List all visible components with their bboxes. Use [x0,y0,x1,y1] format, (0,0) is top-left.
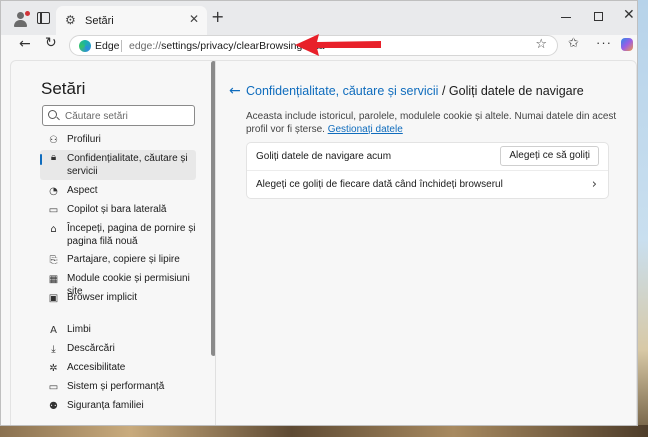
sidebar-item-start-page[interactable]: ⌂ Începeți, pagina de pornire și pagina … [40,222,196,250]
profile-icon: ⚇ [49,135,58,146]
settings-sidebar: Setări ⚇ Profiluri 🔒︎ Confidențialitate,… [11,61,211,425]
clear-now-row: Goliți datele de navigare acum Alegeți c… [247,143,608,171]
search-input[interactable] [65,109,190,123]
favorites-icon[interactable]: ✩ [568,37,579,50]
profile-icon[interactable] [13,11,30,27]
lock-icon: 🔒︎ [50,152,57,163]
page-title: Confidențialitate, căutare și servicii /… [246,84,584,98]
sidebar-item-label: Accesibilitate [67,362,126,373]
address-divider [121,40,122,52]
sidebar-item-label: Începeți, pagina de pornire și pagina fi… [67,223,196,247]
minimize-icon[interactable] [561,17,571,18]
sidebar-item-label: Profiluri [67,134,101,145]
family-icon: ⚉ [49,401,58,412]
gear-icon: ⚙ [65,13,76,27]
sidebar-item-accessibility[interactable]: ✲ Accesibilitate [40,361,196,377]
current-page-title: Goliți datele de navigare [448,84,584,98]
more-options-icon[interactable]: ··· [596,36,612,49]
home-icon: ⌂ [50,224,57,235]
sidebar-item-label: Aspect [67,185,98,196]
refresh-icon[interactable]: ↻ [45,36,57,50]
edge-logo-icon [79,40,91,52]
system-icon: ▭ [48,382,59,393]
cookie-icon: ▦ [48,274,59,285]
sidebar-item-label: Limbi [67,324,91,335]
desktop-background [0,425,648,437]
tab-settings[interactable]: ⚙ Setări ✕ [56,6,207,35]
close-tab-icon[interactable]: ✕ [189,13,199,25]
address-brand: Edge [95,40,120,52]
clear-on-close-label[interactable]: Alegeți ce goliți de fiecare dată când î… [256,179,503,190]
sidebar-item-label: Partajare, copiere și lipire [67,254,180,265]
sidebar-item-label: Sistem și performanță [67,381,165,392]
sidebar-item-label: Copilot și bara laterală [67,204,167,215]
sidebar-icon: ▭ [48,205,59,216]
clear-data-card: Goliți datele de navigare acum Alegeți c… [246,142,609,199]
sidebar-item-profiles[interactable]: ⚇ Profiluri [40,133,196,149]
settings-page: Setări ⚇ Profiluri 🔒︎ Confidențialitate,… [10,60,637,425]
breadcrumb[interactable]: Confidențialitate, căutare și servicii [246,84,438,98]
notification-dot [25,11,30,16]
sidebar-item-label: Confidențialitate, căutare și servicii [67,153,188,177]
sidebar-item-label: Descărcări [67,343,115,354]
url-scheme: edge:// [129,40,162,52]
sidebar-item-label: Siguranța familiei [67,400,144,411]
sidebar-item-copilot[interactable]: ▭ Copilot și bara laterală [40,203,196,219]
browser-window: ⚙ Setări ✕ + ✕ ← ↻ Edge edge://settings/… [0,0,638,426]
tab-title: Setări [85,15,114,27]
language-icon: A [50,325,57,336]
search-icon [48,110,57,119]
breadcrumb-separator: / [441,84,446,98]
sidebar-item-privacy[interactable]: 🔒︎ Confidențialitate, căutare și servici… [40,150,196,180]
maximize-icon[interactable] [594,12,603,21]
manage-data-link[interactable]: Gestionați datele [328,124,403,135]
back-arrow-icon[interactable]: ← [19,37,31,51]
sidebar-item-cookies[interactable]: ▦ Module cookie și permisiuni site [40,272,196,297]
sidebar-item-system[interactable]: ▭ Sistem și performanță [40,380,196,396]
browser-icon: ▣ [48,293,59,304]
accessibility-icon: ✲ [49,363,58,374]
settings-title: Setări [41,79,86,98]
new-tab-button[interactable]: + [211,9,224,25]
chevron-right-icon[interactable]: › [592,178,597,191]
download-icon: ⤓ [51,344,56,355]
share-icon: ⎘ [49,255,58,266]
palette-icon: ◔ [49,186,58,197]
sidebar-item-downloads[interactable]: ⤓ Descărcări [40,342,196,358]
vertical-tabs-icon[interactable] [37,12,50,24]
main-panel: ← Confidențialitate, căutare și servicii… [216,61,636,425]
sidebar-item-default-browser[interactable]: ▣ Browser implicit [40,291,196,307]
sidebar-item-share[interactable]: ⎘ Partajare, copiere și lipire [40,253,196,269]
search-box[interactable] [42,105,195,126]
sidebar-item-languages[interactable]: A Limbi [40,323,196,339]
sidebar-item-label: Browser implicit [67,292,138,303]
close-window-icon[interactable]: ✕ [623,8,635,22]
description-text: Aceasta include istoricul, parolele, mod… [246,111,617,135]
sidebar-item-family[interactable]: ⚉ Siguranța familiei [40,399,196,415]
sidebar-item-appearance[interactable]: ◔ Aspect [40,184,196,200]
back-arrow-icon[interactable]: ← [229,84,241,98]
clear-now-label: Goliți datele de navigare acum [256,151,392,162]
title-bar: ⚙ Setări ✕ + ✕ [1,1,637,35]
annotation-arrow-icon [295,34,381,56]
choose-what-to-clear-button[interactable]: Alegeți ce să goliți [500,146,599,166]
favorite-star-icon[interactable]: ☆ [535,38,547,51]
copilot-icon[interactable] [621,38,633,51]
page-description: Aceasta include istoricul, parolele, mod… [246,110,618,136]
active-indicator [40,154,42,165]
